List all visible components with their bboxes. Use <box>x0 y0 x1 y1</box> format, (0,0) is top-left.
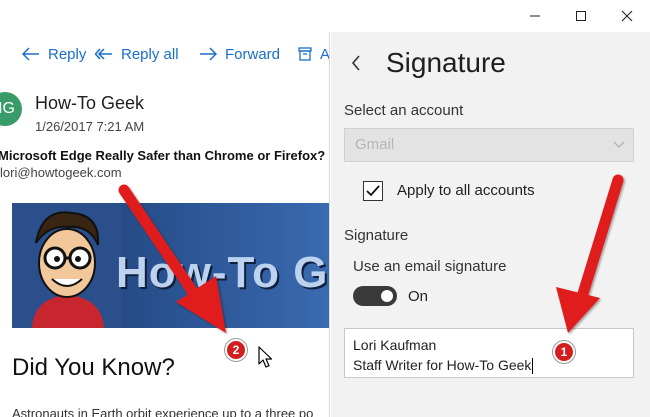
forward-button[interactable]: Forward <box>199 40 280 68</box>
title-bar <box>0 0 650 32</box>
maximize-icon <box>576 11 586 21</box>
banner-logo-text: How-To Geek <box>116 248 329 297</box>
email-toolbar: Reply Reply all Forward A <box>0 40 330 68</box>
close-button[interactable] <box>604 0 650 32</box>
reply-all-arrow-icon <box>95 48 112 60</box>
apply-all-label: Apply to all accounts <box>397 182 535 199</box>
signature-settings-pane: Signature Select an account Gmail Apply … <box>331 32 650 417</box>
signature-line-1: Lori Kaufman <box>353 337 437 353</box>
reply-all-button[interactable]: Reply all <box>95 40 179 68</box>
forward-arrow-icon <box>200 47 217 61</box>
mouse-cursor-icon <box>258 346 272 368</box>
chevron-down-icon <box>613 141 625 149</box>
minimize-icon <box>530 15 540 17</box>
geek-mascot-icon <box>12 203 122 328</box>
close-icon <box>621 10 633 22</box>
signature-line-2-wrapper: Staff Writer for How-To Geek <box>353 355 625 375</box>
reply-button[interactable]: Reply <box>22 40 86 68</box>
apply-all-checkbox[interactable] <box>363 181 383 201</box>
callout-badge-2: 2 <box>225 339 247 361</box>
use-signature-toggle[interactable] <box>353 286 397 306</box>
checkmark-icon <box>366 185 380 197</box>
minimize-button[interactable] <box>512 0 558 32</box>
signature-line-2: Staff Writer for How-To Geek <box>353 357 532 373</box>
reply-label: Reply <box>48 45 87 63</box>
use-signature-label: Use an email signature <box>353 258 507 275</box>
email-subject: Microsoft Edge Really Safer than Chrome … <box>0 148 326 163</box>
chevron-left-icon <box>351 55 360 71</box>
signature-section-heading: Signature <box>344 227 409 244</box>
sender-avatar: IG <box>0 92 22 126</box>
archive-icon <box>298 47 312 61</box>
sender-address[interactable]: lori@howtogeek.com <box>0 165 122 180</box>
text-caret <box>532 358 534 375</box>
maximize-button[interactable] <box>558 0 604 32</box>
select-account-label: Select an account <box>344 102 464 119</box>
signature-textarea[interactable]: Lori Kaufman Staff Writer for How-To Gee… <box>344 328 634 378</box>
newsletter-heading: Did You Know? <box>12 354 175 381</box>
account-select-value: Gmail <box>355 136 395 153</box>
archive-label: A <box>320 45 330 63</box>
toggle-state-label: On <box>408 288 429 305</box>
account-select[interactable]: Gmail <box>344 128 634 162</box>
back-button[interactable] <box>351 52 365 74</box>
toggle-knob <box>381 290 393 302</box>
sender-name: How-To Geek <box>35 93 145 113</box>
forward-label: Forward <box>225 45 281 63</box>
settings-title: Signature <box>386 47 506 78</box>
archive-button[interactable]: A <box>298 40 330 68</box>
newsletter-banner: How-To Geek <box>12 203 329 328</box>
reply-arrow-icon <box>22 47 39 61</box>
email-reading-pane: Reply Reply all Forward A IG How-To Geek… <box>0 32 330 417</box>
newsletter-body-preview: Astronauts in Earth orbit experience up … <box>12 406 314 417</box>
reply-all-label: Reply all <box>121 45 179 63</box>
email-date: 1/26/2017 7:21 AM <box>35 119 145 134</box>
callout-badge-1: 1 <box>553 341 575 363</box>
